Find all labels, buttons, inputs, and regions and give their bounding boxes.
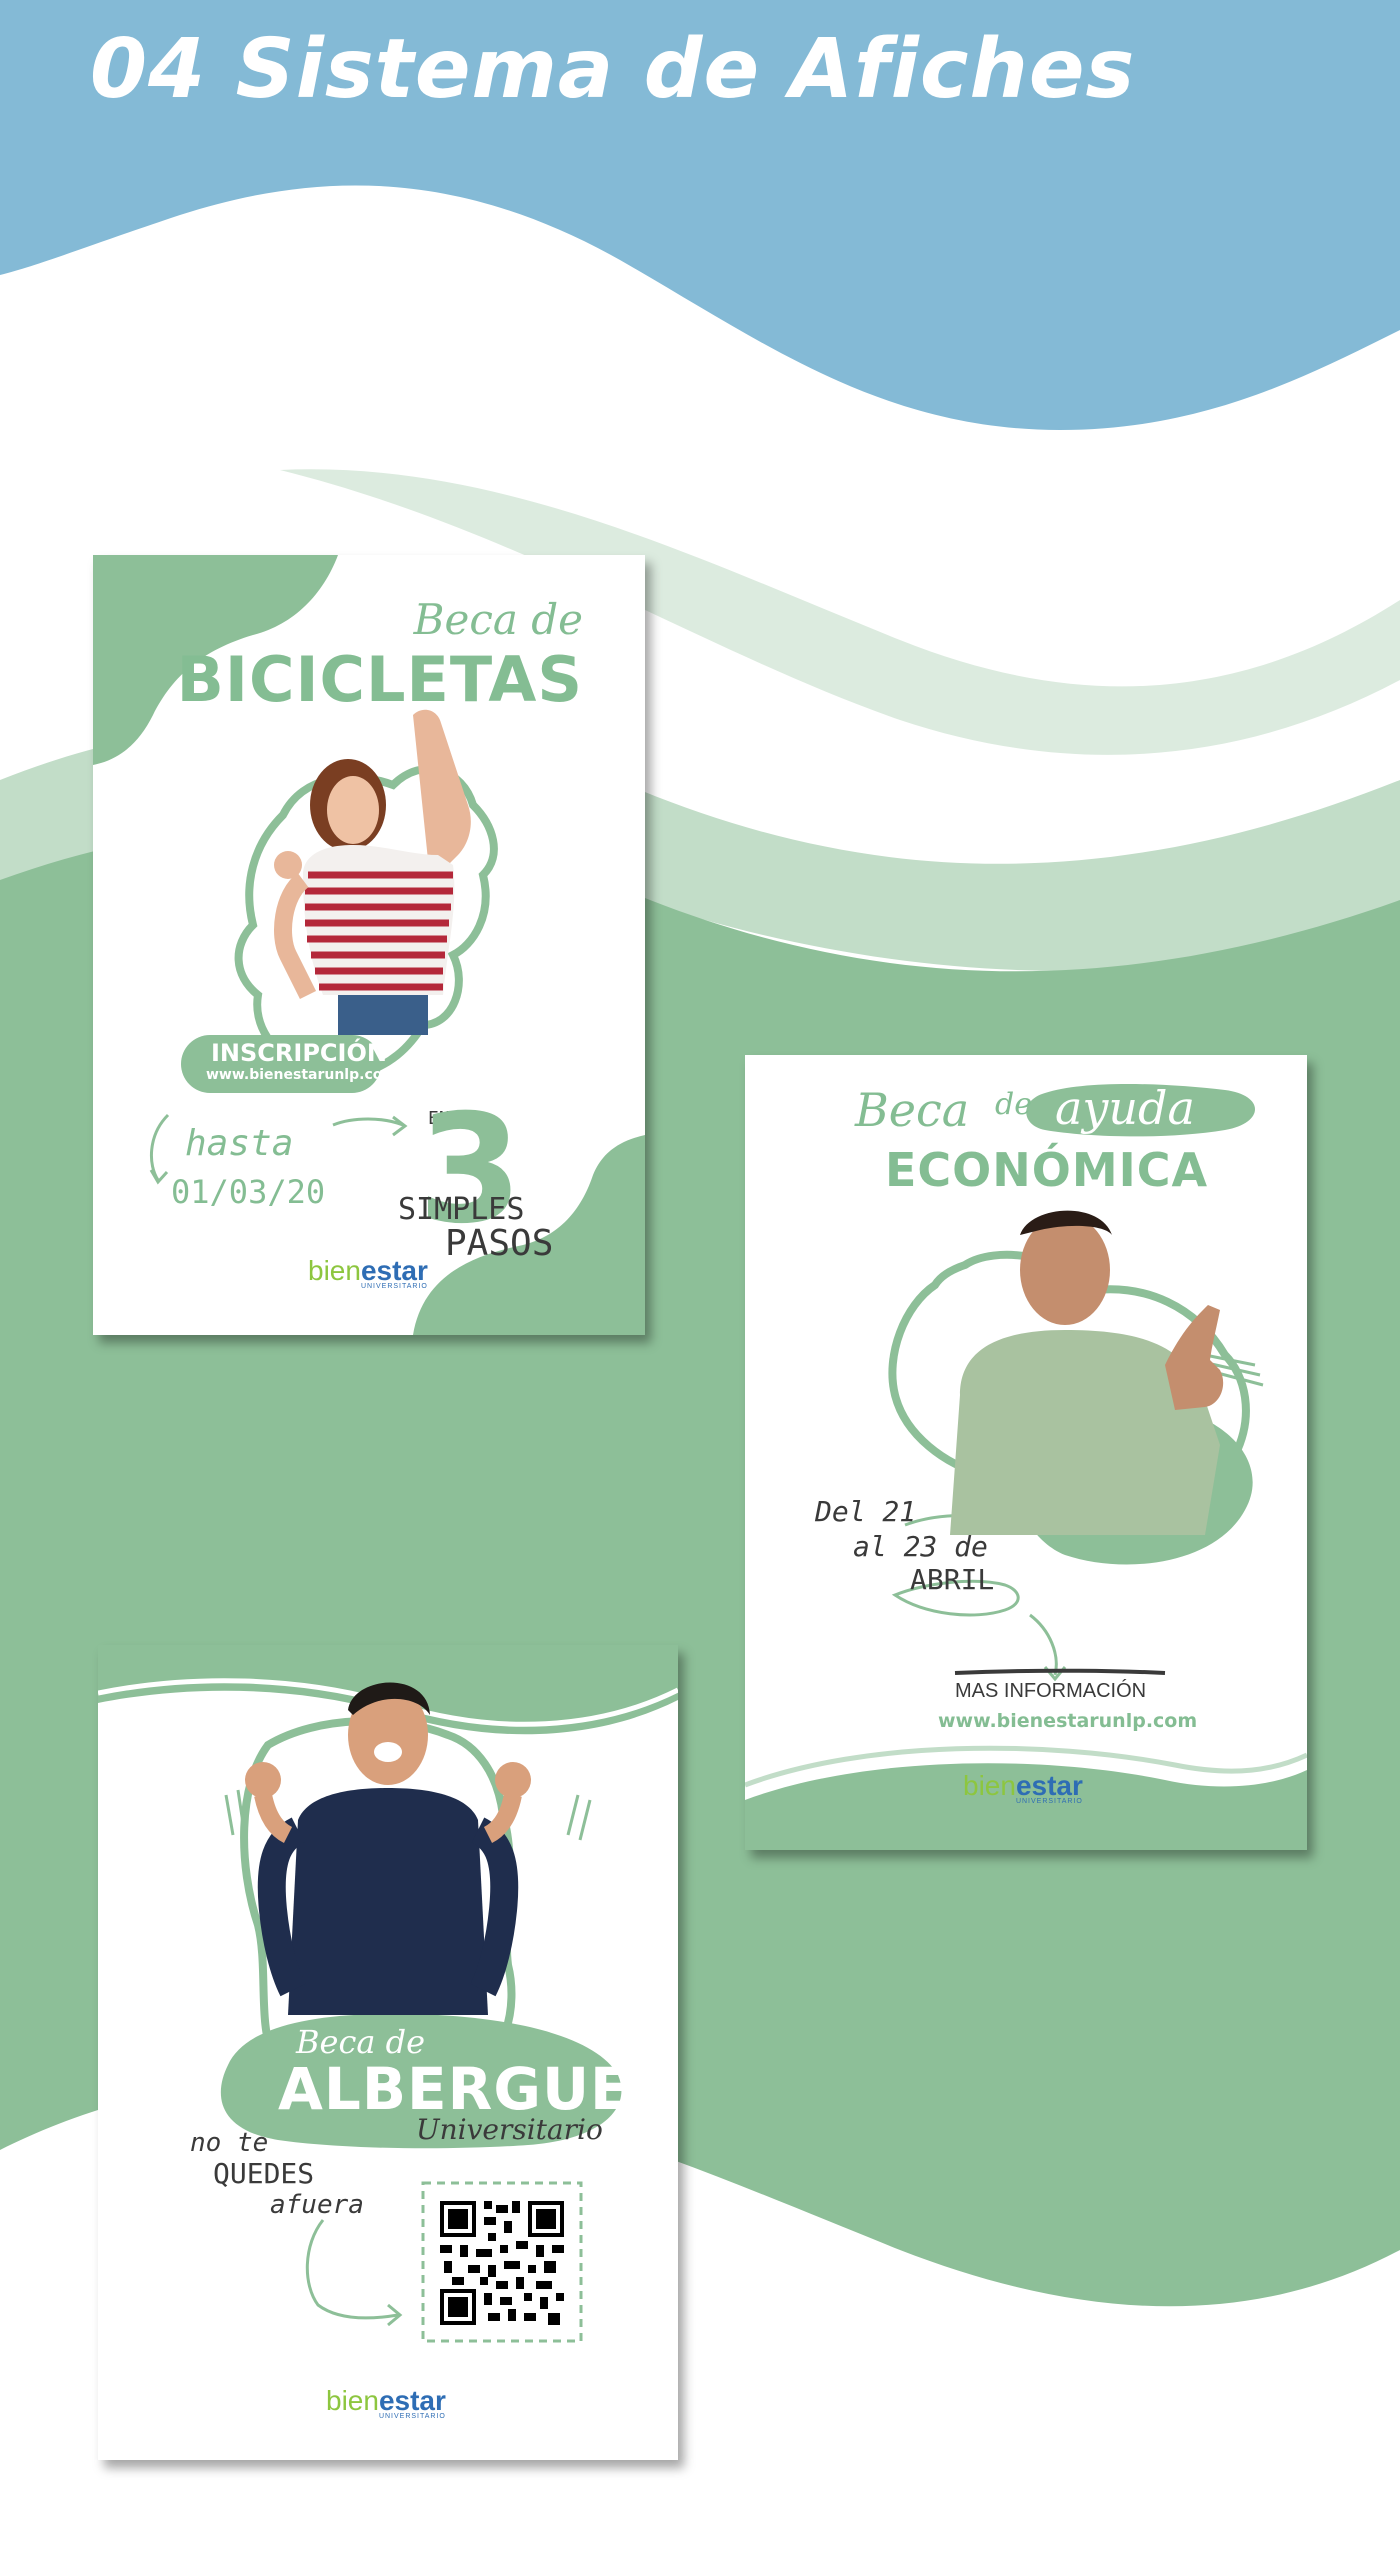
hasta-label: hasta — [185, 1123, 294, 1164]
pasos-label: PASOS — [445, 1223, 554, 1264]
tagline-line-1: no te — [190, 2128, 269, 2158]
poster-subtitle: Universitario — [416, 2113, 603, 2146]
poster-bicicletas: Beca de BICICLETAS INSCRIPCIÓN www.biene… — [93, 555, 645, 1335]
page-title: 04 Sistema de Afiches — [90, 22, 1136, 117]
logo-part-bien: bien — [963, 1770, 1016, 1801]
bienestar-logo: bienestar UNIVERSITARIO — [326, 2385, 446, 2420]
mas-informacion-label: MAS INFORMACIÓN — [955, 1680, 1147, 1702]
poster-de-label: de — [995, 1087, 1032, 1122]
poster-ayuda-economica: Beca de ayuda ECONÓMICA Del 21 al 23 de … — [745, 1055, 1307, 1850]
bienestar-logo: bienestar UNIVERSITARIO — [963, 1770, 1083, 1805]
inscripcion-label: INSCRIPCIÓN — [211, 1039, 387, 1067]
logo-part-estar: estar — [1015, 1770, 1083, 1801]
man-cheering-photo — [245, 1682, 531, 2015]
poster-beca-label: Beca — [855, 1083, 970, 1137]
man-thumbs-up-photo — [950, 1210, 1224, 1535]
dates-line-3: ABRIL — [910, 1563, 995, 1596]
dates-line-2: al 23 de — [853, 1530, 988, 1563]
tagline-line-3: afuera — [270, 2190, 364, 2220]
poster-albergue: Beca de ALBERGUE Universitario no te QUE… — [98, 1645, 678, 2460]
logo-part-estar: estar — [378, 2385, 446, 2416]
poster-beca-label: Beca de — [413, 595, 583, 644]
woman-cheering-photo — [274, 709, 471, 1035]
logo-part-estar: estar — [360, 1255, 428, 1286]
deadline-date: 01/03/20 — [171, 1173, 326, 1211]
logo-part-bien: bien — [308, 1255, 361, 1286]
bienestar-logo: bienestar UNIVERSITARIO — [308, 1255, 428, 1290]
tagline-line-2: QUEDES — [213, 2157, 315, 2190]
logo-part-bien: bien — [326, 2385, 379, 2416]
info-url: www.bienestarunlp.com — [938, 1710, 1198, 1732]
qr-code[interactable] — [436, 2197, 568, 2329]
dates-line-1: Del 21 — [815, 1495, 917, 1528]
poster-title: ECONÓMICA — [885, 1143, 1209, 1197]
inscripcion-url: www.bienestarunlp.com — [206, 1067, 397, 1083]
simples-label: SIMPLES — [398, 1192, 525, 1227]
poster-ayuda-label: ayuda — [1055, 1081, 1195, 1135]
